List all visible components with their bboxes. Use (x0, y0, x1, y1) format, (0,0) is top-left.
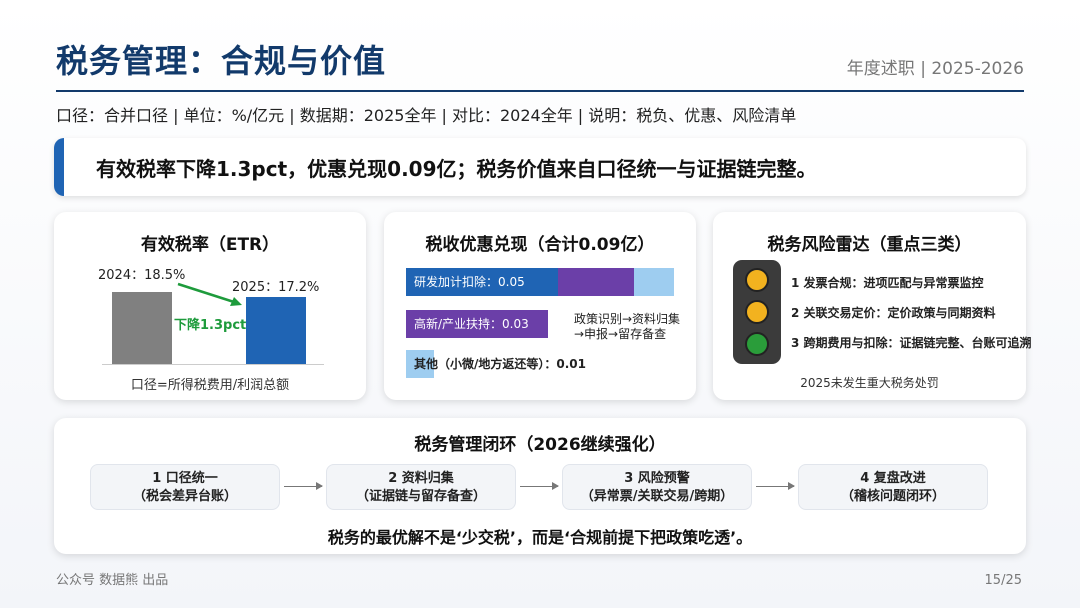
loop-step-2-desc: （证据链与留存备查） (355, 489, 486, 504)
loop-step-2-title: 2 资料归集 (388, 471, 454, 486)
incentive-row-hightech: 高新/产业扶持：0.03 (406, 310, 548, 338)
incentive-bar-rd-purple (558, 268, 634, 296)
risk-light-3 (745, 332, 769, 356)
risk-light-2 (745, 300, 769, 324)
incentive-process-line1: 政策识别→资料归集 (574, 312, 681, 326)
page-title: 税务管理：合规与价值 (56, 42, 387, 80)
risk-item-transfer-pricing: 2 关联交易定价：定价政策与同期资料 (791, 306, 996, 320)
loop-step-4-desc: （稽核问题闭环） (840, 489, 945, 504)
loop-step-1-desc: （税会差异台账） (132, 489, 237, 504)
etr-title: 有效税率（ETR） (140, 235, 280, 255)
arrow-right-icon (284, 482, 323, 490)
loop-step-3-desc: （异常票/关联交易/跨期） (580, 489, 734, 504)
incentive-label-other: 其他（小微/地方返还等）：0.01 (414, 357, 586, 371)
incentive-row-other: 其他（小微/地方返还等）：0.01 (406, 350, 586, 378)
scope-meta: 口径：合并口径 | 单位：%/亿元 | 数据期：2025全年 | 对比：2024… (56, 106, 797, 125)
incentive-bar-rd-light (634, 268, 674, 296)
incentive-row-rd: 研发加计扣除：0.05 (406, 268, 674, 296)
title-divider (56, 90, 1024, 92)
loop-step-4: 4 复盘改进 （稽核问题闭环） (798, 464, 988, 510)
loop-step-1: 1 口径统一 （税会差异台账） (90, 464, 280, 510)
etr-formula-note: 口径=所得税费用/利润总额 (130, 378, 290, 393)
etr-label-2024: 2024：18.5% (98, 268, 186, 283)
traffic-light-icon (733, 260, 781, 364)
arrow-right-icon (756, 482, 795, 490)
incentive-process-line2: →申报→留存备查 (574, 327, 667, 341)
incentive-card: 税收优惠兑现（合计0.09亿） 研发加计扣除：0.05 高新/产业扶持：0.03… (384, 212, 696, 400)
incentive-label-hightech: 高新/产业扶持：0.03 (414, 317, 529, 331)
report-period: 年度述职 | 2025-2026 (846, 59, 1024, 79)
risk-card: 税务风险雷达（重点三类） 1 发票合规：进项匹配与异常票监控 2 关联交易定价：… (713, 212, 1032, 400)
etr-card: 有效税率（ETR） 2024：18.5% 2025：17.2% 下降1.3pct… (54, 212, 366, 400)
loop-step-2: 2 资料归集 （证据链与留存备查） (326, 464, 516, 510)
risk-footnote: 2025未发生重大税务处罚 (800, 376, 939, 390)
risk-light-1 (745, 268, 769, 292)
etr-change-label: 下降1.3pct (174, 318, 247, 333)
page-number: 15/25 (984, 573, 1022, 588)
footer-credit: 公众号 数据熊 出品 (56, 573, 169, 588)
etr-baseline (102, 364, 324, 365)
loop-step-4-title: 4 复盘改进 (860, 471, 926, 486)
decline-arrow-icon (177, 282, 242, 306)
risk-title: 税务风险雷达（重点三类） (767, 235, 972, 255)
loop-card: 税务管理闭环（2026继续强化） 1 口径统一 （税会差异台账） 2 资料归集 … (54, 418, 1026, 554)
loop-step-1-title: 1 口径统一 (152, 471, 218, 486)
loop-step-3: 3 风险预警 （异常票/关联交易/跨期） (562, 464, 752, 510)
risk-item-cross-period: 3 跨期费用与扣除：证据链完整、台账可追溯 (791, 336, 1032, 350)
incentive-label-rd: 研发加计扣除：0.05 (414, 275, 525, 289)
etr-bar-2024 (112, 292, 172, 364)
loop-quote: 税务的最优解不是‘少交税’，而是‘合规前提下把政策吃透’。 (327, 528, 753, 547)
loop-step-3-title: 3 风险预警 (624, 471, 690, 486)
slide: 税务管理：合规与价值 年度述职 | 2025-2026 口径：合并口径 | 单位… (0, 0, 1080, 608)
loop-title: 税务管理闭环（2026继续强化） (414, 435, 666, 455)
incentive-title: 税收优惠兑现（合计0.09亿） (425, 235, 655, 255)
key-message: 有效税率下降1.3pct，优惠兑现0.09亿；税务价值来自口径统一与证据链完整。 (54, 138, 1026, 196)
risk-item-invoice: 1 发票合规：进项匹配与异常票监控 (791, 276, 984, 290)
etr-bar-2025 (246, 297, 306, 364)
arrow-right-icon (520, 482, 559, 490)
